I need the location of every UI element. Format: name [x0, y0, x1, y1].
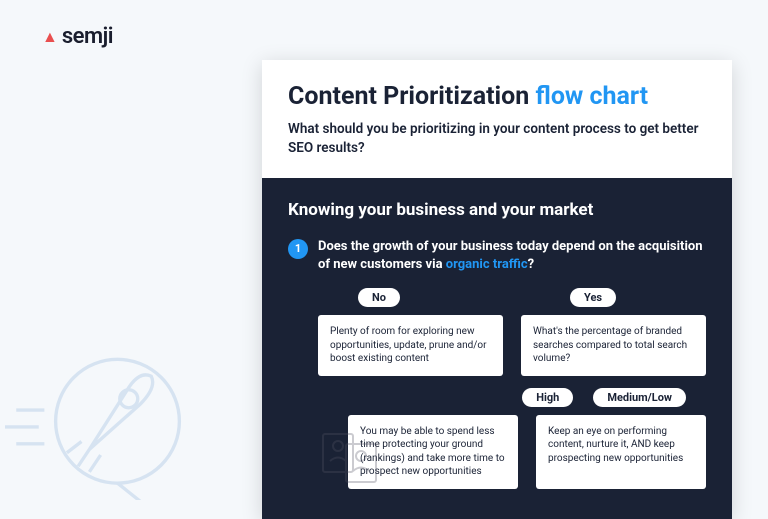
box-yes-question: What's the percentage of branded searche…	[521, 315, 706, 376]
pill-no: No	[358, 288, 400, 307]
step-badge: 1	[288, 239, 308, 259]
rocket-icon	[0, 320, 210, 500]
card-header: Content Prioritization flow chart What s…	[262, 60, 732, 178]
box-row-1: Plenty of room for exploring new opportu…	[318, 315, 706, 376]
logo-mark-icon: ▲	[42, 27, 58, 47]
pill-medlow: Medium/Low	[593, 388, 686, 407]
box-medlow-result: Keep an eye on performing content, nurtu…	[536, 415, 706, 489]
branch-row-1: No Yes	[318, 288, 706, 307]
card-body: Knowing your business and your market 1 …	[262, 178, 732, 519]
title-main: Content Prioritization	[288, 82, 536, 111]
page-title: Content Prioritization flow chart	[288, 82, 706, 112]
box-no-result: Plenty of room for exploring new opportu…	[318, 315, 503, 376]
logo-text: semji	[62, 24, 113, 49]
section-title: Knowing your business and your market	[288, 200, 706, 220]
question-row: 1 Does the growth of your business today…	[288, 238, 706, 274]
question-highlight: organic traffic	[446, 257, 528, 272]
branch-row-2: High Medium/Low	[318, 388, 706, 407]
question-text: Does the growth of your business today d…	[318, 238, 706, 274]
flowchart-card: Content Prioritization flow chart What s…	[262, 60, 732, 519]
brand-logo: ▲ semji	[42, 24, 113, 49]
pill-high: High	[522, 388, 573, 407]
question-post: ?	[528, 257, 534, 272]
people-icon	[318, 419, 388, 489]
page-subtitle: What should you be prioritizing in your …	[288, 120, 706, 158]
flow-container: No Yes Plenty of room for exploring new …	[318, 288, 706, 489]
pill-yes: Yes	[570, 288, 616, 307]
title-accent: flow chart	[536, 82, 649, 111]
